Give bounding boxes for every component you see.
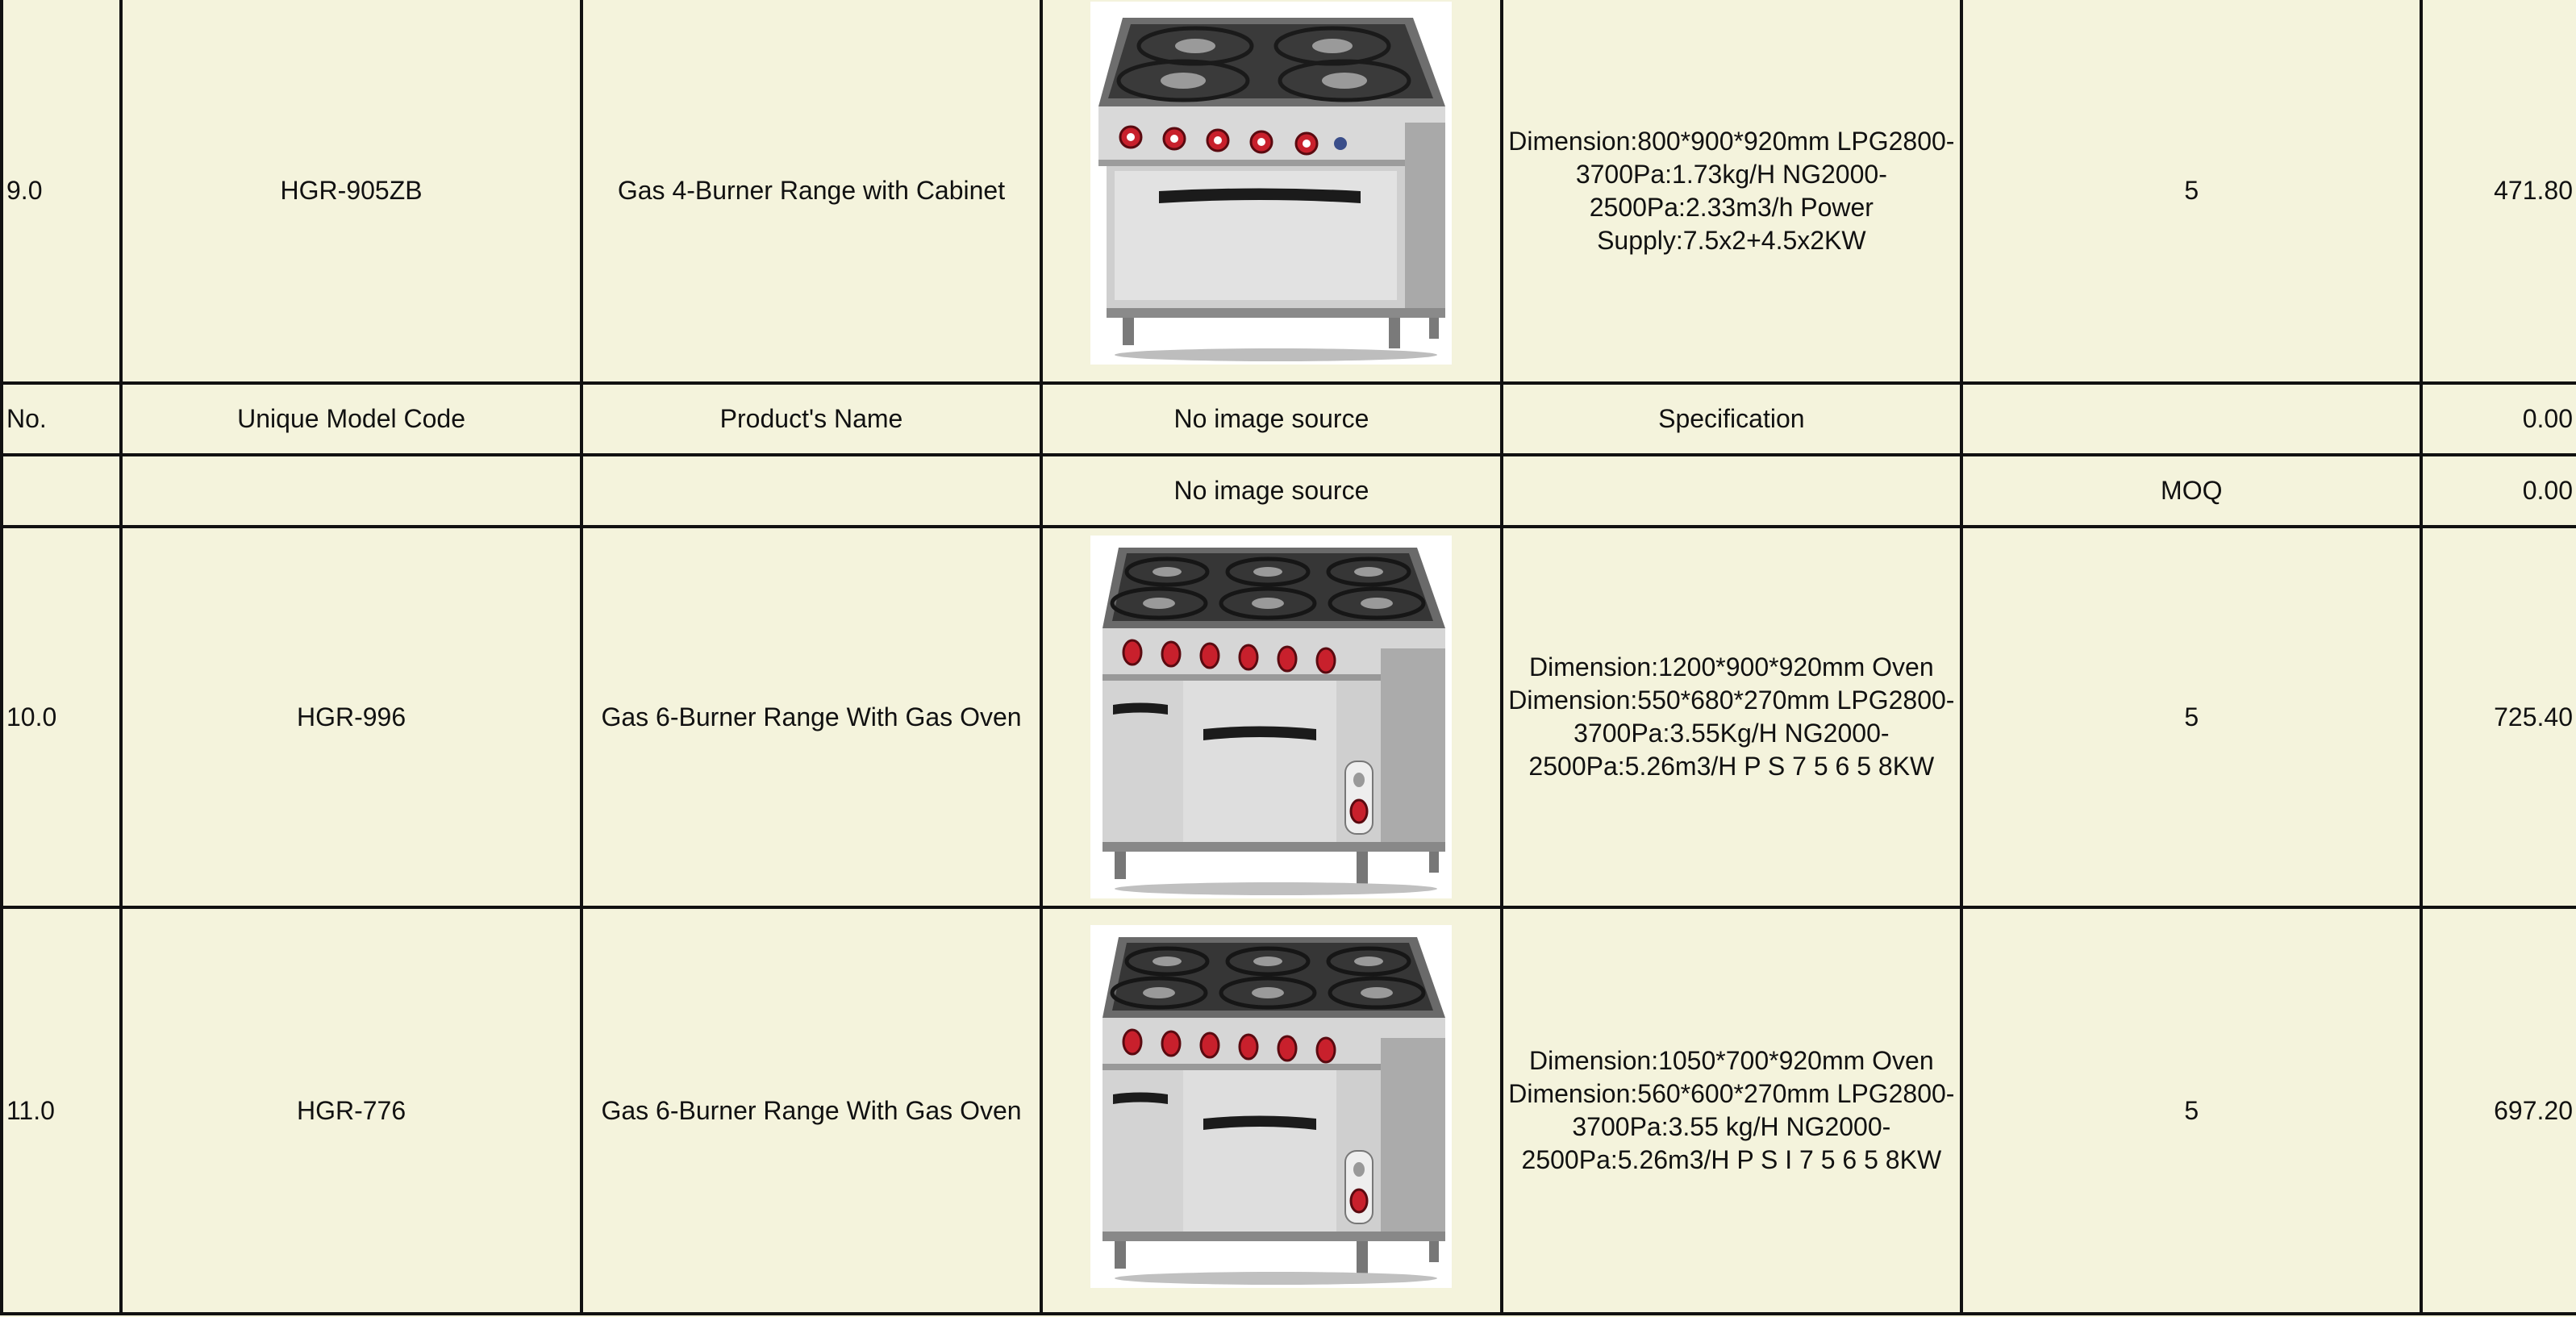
image-cell[interactable]: No image source xyxy=(1040,381,1503,456)
moq-cell[interactable]: 5 xyxy=(1960,906,2424,1315)
image-cell[interactable] xyxy=(1040,906,1503,1315)
table-row: No. Unique Model Code Product's Name No … xyxy=(0,381,2576,456)
moq-cell[interactable] xyxy=(1960,381,2424,456)
product-name-cell[interactable] xyxy=(579,453,1044,528)
model-code-cell[interactable] xyxy=(119,453,583,528)
spreadsheet-page: 9.0 HGR-905ZB Gas 4-Burner Range with Ca… xyxy=(0,0,2576,1317)
price-cell[interactable]: 0.00 xyxy=(2420,381,2576,456)
specification-cell[interactable] xyxy=(1499,453,1964,528)
model-code-cell[interactable]: HGR-905ZB xyxy=(119,0,583,385)
moq-cell[interactable]: 5 xyxy=(1960,0,2424,385)
gas-6-burner-range-with-gas-oven-image xyxy=(1090,925,1453,1288)
table-row: 11.0 HGR-776 Gas 6-Burner Range With Gas… xyxy=(0,906,2576,1315)
row-number-cell[interactable]: 10.0 xyxy=(0,525,123,909)
gas-6-burner-range-with-gas-oven-image xyxy=(1090,536,1453,898)
table-row: No image source MOQ 0.00 xyxy=(0,453,2576,528)
table-row: 9.0 HGR-905ZB Gas 4-Burner Range with Ca… xyxy=(0,0,2576,385)
model-code-cell[interactable]: Unique Model Code xyxy=(119,381,583,456)
product-name-cell[interactable]: Gas 6-Burner Range With Gas Oven xyxy=(579,525,1044,909)
gas-4-burner-range-with-cabinet-image xyxy=(1090,2,1453,365)
price-cell[interactable]: 471.80 xyxy=(2420,0,2576,385)
product-name-cell[interactable]: Product's Name xyxy=(579,381,1044,456)
product-table: 9.0 HGR-905ZB Gas 4-Burner Range with Ca… xyxy=(0,0,2576,1315)
row-number-cell[interactable]: 11.0 xyxy=(0,906,123,1315)
price-cell[interactable]: 697.20 xyxy=(2420,906,2576,1315)
specification-cell[interactable]: Dimension:1050*700*920mm Oven Dimension:… xyxy=(1499,906,1964,1315)
image-cell[interactable] xyxy=(1040,0,1503,385)
moq-cell[interactable]: MOQ xyxy=(1960,453,2424,528)
price-cell[interactable]: 0.00 xyxy=(2420,453,2576,528)
row-number-cell[interactable] xyxy=(0,453,123,528)
product-name-cell[interactable]: Gas 6-Burner Range With Gas Oven xyxy=(579,906,1044,1315)
row-number-cell[interactable]: 9.0 xyxy=(0,0,123,385)
image-cell[interactable]: No image source xyxy=(1040,453,1503,528)
specification-cell[interactable]: Specification xyxy=(1499,381,1964,456)
image-cell[interactable] xyxy=(1040,525,1503,909)
model-code-cell[interactable]: HGR-996 xyxy=(119,525,583,909)
moq-cell[interactable]: 5 xyxy=(1960,525,2424,909)
product-name-cell[interactable]: Gas 4-Burner Range with Cabinet xyxy=(579,0,1044,385)
specification-cell[interactable]: Dimension:800*900*920mm LPG2800-3700Pa:1… xyxy=(1499,0,1964,385)
row-number-cell[interactable]: No. xyxy=(0,381,123,456)
price-cell[interactable]: 725.40 xyxy=(2420,525,2576,909)
model-code-cell[interactable]: HGR-776 xyxy=(119,906,583,1315)
specification-cell[interactable]: Dimension:1200*900*920mm Oven Dimension:… xyxy=(1499,525,1964,909)
table-row: 10.0 HGR-996 Gas 6-Burner Range With Gas… xyxy=(0,525,2576,909)
